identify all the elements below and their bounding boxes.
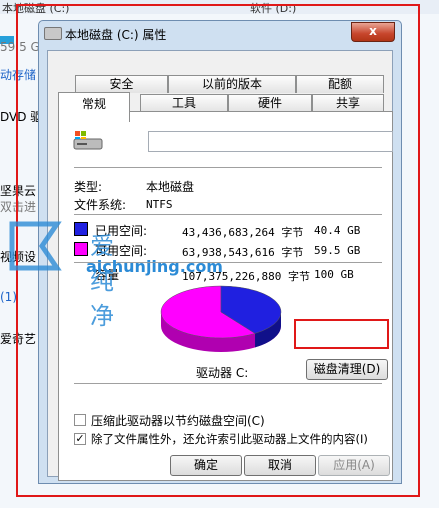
cleanup-highlight-box [294,319,389,349]
free-space-bytes: 63,938,543,616 字节 [182,246,304,259]
separator [74,167,382,168]
type-label: 类型: [74,180,103,194]
background-item[interactable]: (1) [0,290,17,304]
capacity-gb: 100 GB [314,268,354,281]
used-space-swatch [74,222,88,236]
drive-title-icon [44,27,62,40]
dialog-title: 本地磁盘 (C:) 属性 [65,28,167,42]
general-tab-panel: 类型: 本地磁盘 文件系统: NTFS 已用空间: 43,436,683,264… [58,111,393,481]
separator [74,383,382,384]
separator [74,214,382,215]
tab-hardware[interactable]: 硬件 [228,94,312,112]
background-header: 本地磁盘 (C:) 软件 (D:) [0,0,439,15]
tab-previous-versions[interactable]: 以前的版本 [168,75,296,93]
disk-usage-pie-chart [160,285,282,352]
ok-button[interactable]: 确定 [170,455,242,476]
free-space-swatch [74,242,88,256]
dialog-titlebar[interactable]: 本地磁盘 (C:) 属性 x [39,21,401,47]
dialog-client-area: 安全 以前的版本 配额 常规 工具 硬件 共享 类型: 本地磁盘 文件系统: N… [47,50,393,481]
close-button[interactable]: x [351,22,395,42]
used-space-label: 已用空间: [95,224,148,238]
free-space-label: 可用空间: [95,244,148,258]
tab-general[interactable]: 常规 [58,92,130,122]
used-space-bytes: 43,436,683,264 字节 [182,226,304,239]
type-value: 本地磁盘 [146,180,195,194]
compress-checkbox[interactable] [74,414,86,426]
compress-label[interactable]: 压缩此驱动器以节约磁盘空间(C) [91,412,265,429]
tab-security[interactable]: 安全 [75,75,168,93]
drive-letter-label: 驱动器 C: [196,366,249,380]
separator [74,262,382,263]
index-checkbox[interactable]: ✓ [74,433,86,445]
disk-cleanup-button[interactable]: 磁盘清理(D) [306,359,388,380]
background-item[interactable]: 坚果云 [0,182,36,199]
used-space-gb: 40.4 GB [314,224,361,237]
hard-drive-icon [73,131,103,150]
properties-dialog: 本地磁盘 (C:) 属性 x 安全 以前的版本 配额 常规 工具 硬件 共享 类… [38,20,402,484]
filesystem-label: 文件系统: [74,198,127,212]
drive-name-input[interactable] [148,131,393,152]
cancel-button[interactable]: 取消 [244,455,316,476]
tab-sharing[interactable]: 共享 [312,94,384,112]
background-item[interactable]: 视频设 [0,248,36,265]
capacity-label: 容量 [95,268,120,282]
background-title-left: 本地磁盘 (C:) [2,2,70,15]
background-item: 59.5 G [0,40,40,54]
background-item[interactable]: DVD 驱 [0,108,42,125]
background-item[interactable]: 动存储 [0,66,36,83]
capacity-bytes: 107,375,226,880 字节 [182,270,310,283]
index-label[interactable]: 除了文件属性外，还允许索引此驱动器上文件的内容(I) [91,431,368,447]
tab-quota[interactable]: 配额 [296,75,384,93]
background-item: 双击进 [0,200,37,214]
background-item[interactable]: 爱奇艺 [0,330,36,347]
apply-button[interactable]: 应用(A) [318,455,390,476]
tab-tools[interactable]: 工具 [140,94,228,112]
filesystem-value: NTFS [146,198,173,211]
free-space-gb: 59.5 GB [314,244,361,257]
background-title-right: 软件 (D:) [250,2,297,15]
